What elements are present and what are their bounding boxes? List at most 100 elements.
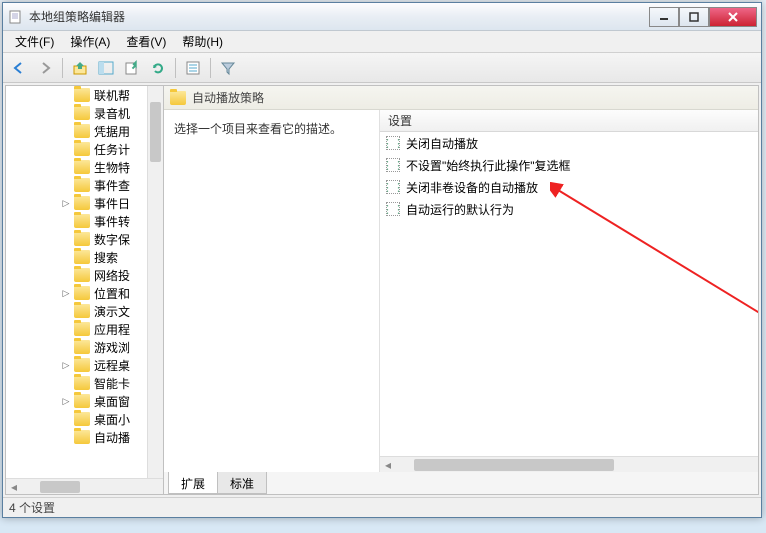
- folder-icon: [74, 106, 90, 120]
- tree-item[interactable]: 事件转: [6, 212, 147, 230]
- expand-icon[interactable]: [60, 161, 72, 173]
- export-button[interactable]: [120, 56, 144, 80]
- tree-item[interactable]: 应用程: [6, 320, 147, 338]
- setting-label: 自动运行的默认行为: [406, 201, 514, 218]
- tree-item[interactable]: 搜索: [6, 248, 147, 266]
- refresh-button[interactable]: [146, 56, 170, 80]
- tree-item[interactable]: ▷远程桌: [6, 356, 147, 374]
- tree-item[interactable]: 网络投: [6, 266, 147, 284]
- expand-icon[interactable]: [60, 233, 72, 245]
- tree-item-label: 游戏浏: [94, 339, 130, 356]
- tree-item[interactable]: 凭据用: [6, 122, 147, 140]
- expand-icon[interactable]: [60, 323, 72, 335]
- expand-icon[interactable]: [60, 179, 72, 191]
- tree-item[interactable]: ▷位置和: [6, 284, 147, 302]
- folder-icon: [74, 268, 90, 282]
- folder-icon: [74, 376, 90, 390]
- expand-icon[interactable]: [60, 413, 72, 425]
- tree-vertical-scrollbar[interactable]: [147, 86, 163, 478]
- setting-row[interactable]: ⋮⋮ 自动运行的默认行为: [380, 198, 758, 220]
- setting-label: 不设置"始终执行此操作"复选框: [406, 157, 571, 174]
- menu-help[interactable]: 帮助(H): [174, 30, 231, 53]
- expand-icon[interactable]: ▷: [60, 395, 72, 407]
- settings-list[interactable]: ⋮⋮关闭自动播放⋮⋮不设置"始终执行此操作"复选框⋮⋮关闭非卷设备的自动播放⋮⋮…: [380, 132, 758, 456]
- expand-icon[interactable]: ▷: [60, 287, 72, 299]
- column-header-setting[interactable]: 设置: [380, 110, 758, 132]
- list-horizontal-scrollbar[interactable]: ◂: [380, 456, 758, 472]
- content-area: 联机帮录音机凭据用任务计生物特事件查▷事件日事件转数字保搜索网络投▷位置和演示文…: [5, 85, 759, 495]
- show-hide-tree-button[interactable]: [94, 56, 118, 80]
- folder-icon: [74, 340, 90, 354]
- tree-item[interactable]: 数字保: [6, 230, 147, 248]
- minimize-button[interactable]: [649, 7, 679, 27]
- setting-icon: ⋮⋮: [386, 202, 400, 216]
- folder-icon: [74, 178, 90, 192]
- tree-body[interactable]: 联机帮录音机凭据用任务计生物特事件查▷事件日事件转数字保搜索网络投▷位置和演示文…: [6, 86, 163, 478]
- up-button[interactable]: [68, 56, 92, 80]
- tab-standard[interactable]: 标准: [217, 472, 267, 494]
- tree-item[interactable]: ▷ 桌面窗: [6, 392, 147, 410]
- expand-icon[interactable]: [60, 89, 72, 101]
- expand-icon[interactable]: [60, 341, 72, 353]
- expand-icon[interactable]: [60, 125, 72, 137]
- expand-icon[interactable]: [60, 305, 72, 317]
- folder-icon: [170, 91, 186, 105]
- scrollbar-thumb[interactable]: [414, 459, 614, 471]
- statusbar: 4 个设置: [3, 497, 761, 517]
- tree-item[interactable]: 演示文: [6, 302, 147, 320]
- status-text: 4 个设置: [9, 499, 55, 516]
- tree-item[interactable]: ▷事件日: [6, 194, 147, 212]
- filter-button[interactable]: [216, 56, 240, 80]
- tree-item-label: 演示文: [94, 303, 130, 320]
- tree-item-label: 智能卡: [94, 375, 130, 392]
- separator-icon: [210, 58, 211, 78]
- expand-icon[interactable]: [60, 251, 72, 263]
- separator-icon: [62, 58, 63, 78]
- forward-button[interactable]: [33, 56, 57, 80]
- tree-item[interactable]: 任务计: [6, 140, 147, 158]
- expand-icon[interactable]: [60, 215, 72, 227]
- close-button[interactable]: [709, 7, 757, 27]
- tree-panel: 联机帮录音机凭据用任务计生物特事件查▷事件日事件转数字保搜索网络投▷位置和演示文…: [6, 86, 164, 494]
- category-header: 自动播放策略: [164, 86, 758, 110]
- tree-item-label: 事件查: [94, 177, 130, 194]
- expand-icon[interactable]: [60, 269, 72, 281]
- menu-view[interactable]: 查看(V): [118, 30, 174, 53]
- folder-icon: [74, 124, 90, 138]
- expand-icon[interactable]: [60, 143, 72, 155]
- expand-icon[interactable]: ▷: [60, 197, 72, 209]
- tree-item[interactable]: 桌面小: [6, 410, 147, 428]
- tree-item[interactable]: 自动播: [6, 428, 147, 446]
- tree-item[interactable]: 生物特: [6, 158, 147, 176]
- window-title: 本地组策略编辑器: [29, 8, 649, 25]
- folder-icon: [74, 196, 90, 210]
- menu-action[interactable]: 操作(A): [62, 30, 118, 53]
- expand-icon[interactable]: [60, 431, 72, 443]
- expand-icon[interactable]: [60, 377, 72, 389]
- folder-icon: [74, 394, 90, 408]
- tab-extended[interactable]: 扩展: [168, 472, 218, 494]
- menu-file[interactable]: 文件(F): [7, 30, 62, 53]
- setting-label: 关闭自动播放: [406, 135, 478, 152]
- expand-icon[interactable]: [60, 107, 72, 119]
- tree-item[interactable]: 游戏浏: [6, 338, 147, 356]
- settings-list-panel: 设置 ⋮⋮关闭自动播放⋮⋮不设置"始终执行此操作"复选框⋮⋮关闭非卷设备的自动播…: [380, 110, 758, 472]
- setting-row[interactable]: ⋮⋮关闭自动播放: [380, 132, 758, 154]
- tree-item[interactable]: 智能卡: [6, 374, 147, 392]
- setting-row[interactable]: ⋮⋮不设置"始终执行此操作"复选框: [380, 154, 758, 176]
- properties-button[interactable]: [181, 56, 205, 80]
- folder-icon: [74, 214, 90, 228]
- tree-item-label: 桌面小: [94, 411, 130, 428]
- tree-item[interactable]: 录音机: [6, 104, 147, 122]
- expand-icon[interactable]: ▷: [60, 359, 72, 371]
- tree-item[interactable]: 事件查: [6, 176, 147, 194]
- folder-icon: [74, 304, 90, 318]
- tree-horizontal-scrollbar[interactable]: ◂: [6, 478, 163, 494]
- tree-item[interactable]: 联机帮: [6, 86, 147, 104]
- maximize-button[interactable]: [679, 7, 709, 27]
- scrollbar-thumb[interactable]: [40, 481, 80, 493]
- setting-row[interactable]: ⋮⋮关闭非卷设备的自动播放: [380, 176, 758, 198]
- menubar: 文件(F) 操作(A) 查看(V) 帮助(H): [3, 31, 761, 53]
- tree-item-label: 桌面窗: [94, 393, 130, 410]
- back-button[interactable]: [7, 56, 31, 80]
